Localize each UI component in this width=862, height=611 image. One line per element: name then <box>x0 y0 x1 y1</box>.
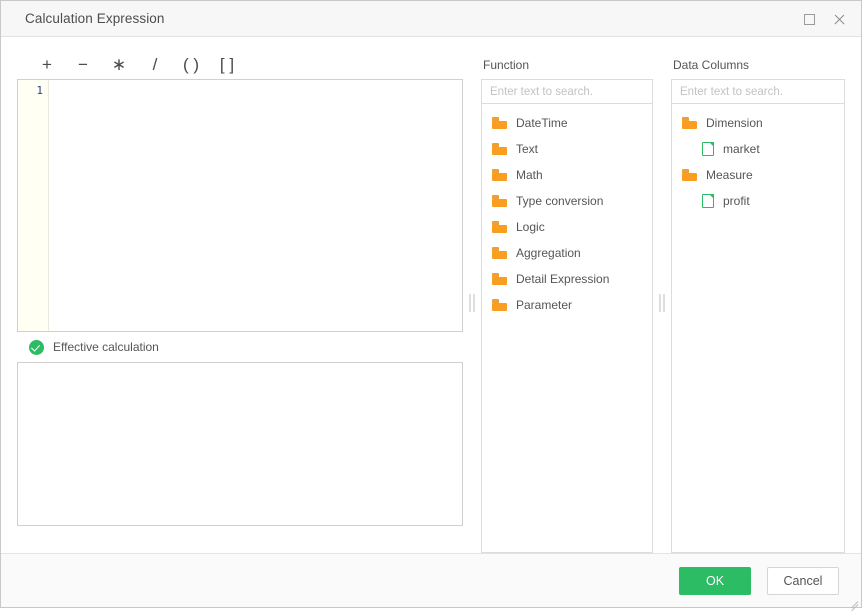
folder-icon <box>492 221 507 233</box>
close-button[interactable] <box>829 9 849 29</box>
data-columns-tree-item-dimension[interactable]: Dimension <box>672 110 844 136</box>
maximize-icon <box>803 13 815 25</box>
tree-item-label: DateTime <box>516 116 568 130</box>
calculation-result-area[interactable] <box>17 362 463 526</box>
dialog-footer: OK Cancel <box>1 553 861 611</box>
tree-item-label: Type conversion <box>516 194 604 208</box>
folder-icon <box>492 247 507 259</box>
function-tree[interactable]: DateTime Text Math Type conversion Logic <box>481 103 653 553</box>
editor-gutter: 1 <box>18 80 49 331</box>
calculation-expression-dialog: Calculation Expression + − ∗ / ( ) [ ] 1… <box>0 0 862 611</box>
resize-grip-icon[interactable] <box>847 593 859 611</box>
folder-icon <box>492 143 507 155</box>
tree-item-label: Aggregation <box>516 246 581 260</box>
tree-item-label: market <box>723 142 760 156</box>
function-tree-item-aggregation[interactable]: Aggregation <box>482 240 652 266</box>
splitter-grip-icon <box>469 294 475 312</box>
window-controls <box>799 1 849 37</box>
validation-status-row: Effective calculation <box>17 332 463 362</box>
splitter-grip-icon <box>659 294 665 312</box>
close-icon <box>833 13 846 26</box>
dialog-title: Calculation Expression <box>25 11 165 26</box>
tree-item-label: Logic <box>516 220 545 234</box>
folder-icon <box>492 273 507 285</box>
folder-icon <box>682 169 697 181</box>
function-search-input[interactable] <box>481 79 653 103</box>
tree-item-label: Detail Expression <box>516 272 610 286</box>
tree-item-label: Text <box>516 142 539 156</box>
function-tree-item-type-conversion[interactable]: Type conversion <box>482 188 652 214</box>
expression-input-area[interactable]: 1 <box>17 79 463 332</box>
ok-button[interactable]: OK <box>679 566 751 595</box>
maximize-button[interactable] <box>799 9 819 29</box>
data-columns-tree-item-profit[interactable]: profit <box>672 188 844 214</box>
file-icon <box>702 194 714 208</box>
expression-editor-column: + − ∗ / ( ) [ ] 1 Effective calculation <box>17 51 463 553</box>
tree-item-label: Math <box>516 168 543 182</box>
function-panel: Function DateTime Text Math Type conver <box>481 51 653 553</box>
validation-status-text: Effective calculation <box>53 340 159 354</box>
dialog-body: + − ∗ / ( ) [ ] 1 Effective calculation <box>1 37 861 553</box>
folder-icon <box>492 195 507 207</box>
splitter-function-columns[interactable] <box>653 51 671 553</box>
function-tree-item-detail-expression[interactable]: Detail Expression <box>482 266 652 292</box>
data-columns-tree-item-measure[interactable]: Measure <box>672 162 844 188</box>
operator-divide-button[interactable]: / <box>137 53 173 77</box>
operator-multiply-button[interactable]: ∗ <box>101 53 137 77</box>
function-tree-item-text[interactable]: Text <box>482 136 652 162</box>
tree-item-label: Parameter <box>516 298 573 312</box>
tree-item-label: Measure <box>706 168 753 182</box>
function-tree-item-datetime[interactable]: DateTime <box>482 110 652 136</box>
data-columns-panel-title: Data Columns <box>673 58 750 72</box>
folder-icon <box>492 169 507 181</box>
check-circle-icon <box>29 339 44 355</box>
operator-minus-button[interactable]: − <box>65 53 101 77</box>
folder-icon <box>492 299 507 311</box>
folder-icon <box>492 117 507 129</box>
cancel-button[interactable]: Cancel <box>767 566 839 595</box>
title-bar: Calculation Expression <box>1 1 861 37</box>
splitter-editor-function[interactable] <box>463 51 481 553</box>
data-columns-panel: Data Columns Dimension market Measure p <box>671 51 845 553</box>
operator-parentheses-button[interactable]: ( ) <box>173 53 209 77</box>
function-tree-item-math[interactable]: Math <box>482 162 652 188</box>
operator-toolbar: + − ∗ / ( ) [ ] <box>17 51 463 79</box>
file-icon <box>702 142 714 156</box>
operator-brackets-button[interactable]: [ ] <box>209 53 245 77</box>
folder-icon <box>682 117 697 129</box>
function-panel-title: Function <box>483 58 530 72</box>
data-columns-tree[interactable]: Dimension market Measure profit <box>671 103 845 553</box>
data-columns-tree-item-market[interactable]: market <box>672 136 844 162</box>
function-tree-item-parameter[interactable]: Parameter <box>482 292 652 318</box>
expression-textarea[interactable] <box>49 80 462 331</box>
tree-item-label: Dimension <box>706 116 763 130</box>
function-tree-item-logic[interactable]: Logic <box>482 214 652 240</box>
line-number: 1 <box>36 84 43 97</box>
tree-item-label: profit <box>723 194 750 208</box>
data-columns-search-input[interactable] <box>671 79 845 103</box>
operator-plus-button[interactable]: + <box>29 53 65 77</box>
